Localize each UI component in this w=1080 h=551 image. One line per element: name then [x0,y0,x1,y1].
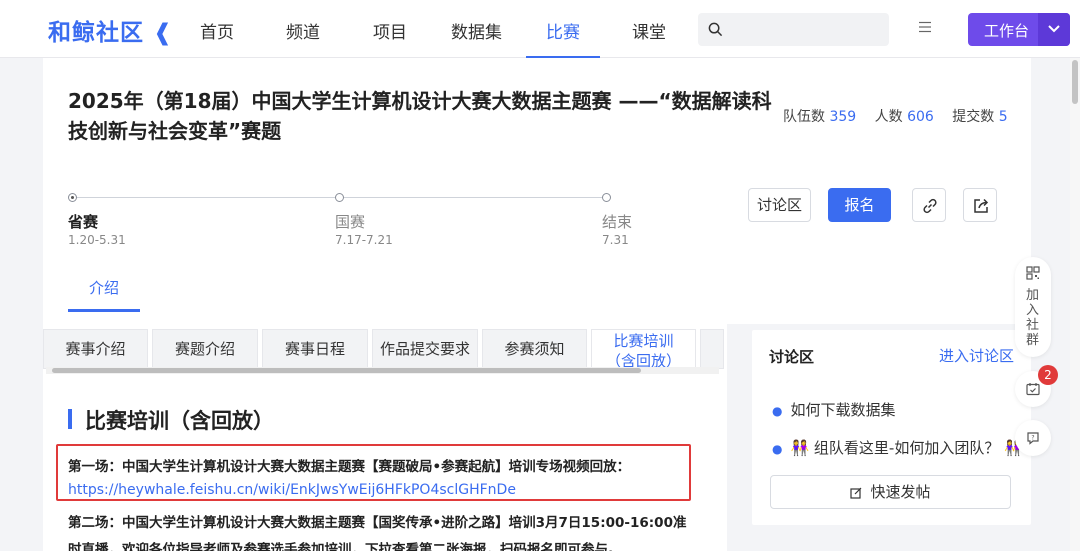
notification-badge: 2 [1038,365,1058,385]
chevron-down-icon [1048,25,1060,33]
subtab-schedule[interactable]: 赛事日程 [262,329,368,369]
teams-count: 359 [829,109,857,125]
calendar-check-icon [1026,383,1040,396]
workbench-label: 工作台 [984,22,1030,40]
qrcode-icon [1026,266,1040,280]
people-label: 人数 [874,109,903,125]
svg-text:?: ? [1031,435,1034,442]
search-input[interactable] [698,13,889,46]
competition-title: 2025年（第18届）中国大学生计算机设计大赛大数据主题赛 ——“数据解读科技创… [68,89,772,143]
join-community-label: 加入社群 [1026,288,1040,348]
submissions-label: 提交数 [952,109,995,125]
subtab-submission[interactable]: 作品提交要求 [372,329,478,369]
timeline-dot-end [602,193,611,202]
timeline-dot-national [335,193,344,202]
feedback-button[interactable]: ? [1015,420,1051,456]
logo-text: 和鲸社区 [48,20,144,46]
nav-channels[interactable]: 频道 [286,18,320,43]
discussion-item[interactable]: ● 如何下载数据集 [772,399,896,420]
scrollbar-thumb[interactable] [1072,60,1078,104]
link-icon [923,198,937,214]
share-icon [974,198,989,213]
competition-header: 2025年（第18届）中国大学生计算机设计大赛大数据主题赛 ——“数据解读科技创… [43,58,1031,324]
subtab-overview[interactable]: 赛事介绍 [43,329,148,369]
copy-link-button[interactable] [912,188,946,222]
workbench-dropdown[interactable] [1038,13,1070,46]
people-count: 606 [907,109,934,125]
session1-text: 第一场：中国大学生计算机设计大赛大数据主题赛【赛题破局•参赛起航】培训专场视频回… [68,459,631,475]
content-panel: 赛事介绍 赛题介绍 赛事日程 作品提交要求 参赛须知 比赛培训（含回放） 比赛培… [43,324,727,551]
subtab-rules[interactable]: 参赛须知 [482,329,587,369]
share-button[interactable] [963,188,997,222]
menu-icon[interactable] [918,21,932,33]
section-marker [68,409,72,429]
discuss-button[interactable]: 讨论区 [748,188,811,222]
nav-classroom[interactable]: 课堂 [632,18,666,43]
stage-date-end: 7.31 [602,233,629,247]
nav-datasets[interactable]: 数据集 [451,18,502,43]
quick-post-button[interactable]: 快速发帖 [770,475,1011,509]
session2-text: 第二场：中国大学生计算机设计大赛大数据主题赛【国奖传承•进阶之路】培训3月7日1… [68,515,687,551]
subtab-scrollbar[interactable] [46,367,719,374]
join-community-button[interactable]: 加入社群 [1015,257,1051,357]
session1-replay-link[interactable]: https://heywhale.feishu.cn/wiki/EnkJwsYw… [68,482,516,498]
teams-label: 队伍数 [783,109,825,125]
tab-intro[interactable]: 介绍 [89,277,119,298]
section-title: 比赛培训（含回放） [85,409,274,433]
stage-name-national: 国赛 [335,213,366,231]
signup-button[interactable]: 报名 [828,188,891,222]
subtab-problem[interactable]: 赛题介绍 [152,329,258,369]
site-logo[interactable]: 和鲸社区 ❰ [48,13,173,47]
discussion-panel: 讨论区 进入讨论区 ● 如何下载数据集 ● 👭 组队看这里-如何加入团队？ 👭 快速… [752,330,1031,525]
subtab-scrollbar-thumb[interactable] [52,368,641,373]
subtab-more[interactable] [700,329,724,369]
top-navbar: 和鲸社区 ❰ 首页 频道 项目 数据集 比赛 课堂 工作台 [0,0,1080,59]
bullet-icon: ● [772,442,783,456]
stage-date-provincial: 1.20-5.31 [68,233,126,247]
discussion-item-label: 👭 组队看这里-如何加入团队？ 👭 [790,439,1023,457]
discussion-title: 讨论区 [769,348,815,366]
quick-post-label: 快速发帖 [870,483,931,501]
submissions-count: 5 [998,109,1008,125]
edit-icon [850,487,862,499]
timeline-dot-provincial [68,193,77,202]
nav-competitions[interactable]: 比赛 [546,18,580,43]
page-scrollbar[interactable] [1070,58,1080,551]
subtab-training[interactable]: 比赛培训（含回放） [591,329,696,370]
stage-name-end: 结束 [602,213,633,231]
logo-mark-icon: ❰ [153,20,174,46]
tab-intro-indicator [68,309,140,312]
bullet-icon: ● [772,404,783,418]
nav-projects[interactable]: 项目 [373,18,407,43]
stage-date-national: 7.17-7.21 [335,233,393,247]
discussion-item[interactable]: ● 👭 组队看这里-如何加入团队？ 👭 [772,437,1023,458]
workbench-button[interactable]: 工作台 [968,13,1070,46]
discussion-item-label: 如何下载数据集 [790,401,896,419]
competition-stats: 队伍数 359 人数 606 提交数 5 [783,106,1022,126]
stage-name-provincial: 省赛 [68,213,99,231]
search-icon [708,22,723,37]
nav-home[interactable]: 首页 [200,18,234,43]
enter-discussion-link[interactable]: 进入讨论区 [939,345,1014,366]
feedback-icon: ? [1027,432,1039,445]
